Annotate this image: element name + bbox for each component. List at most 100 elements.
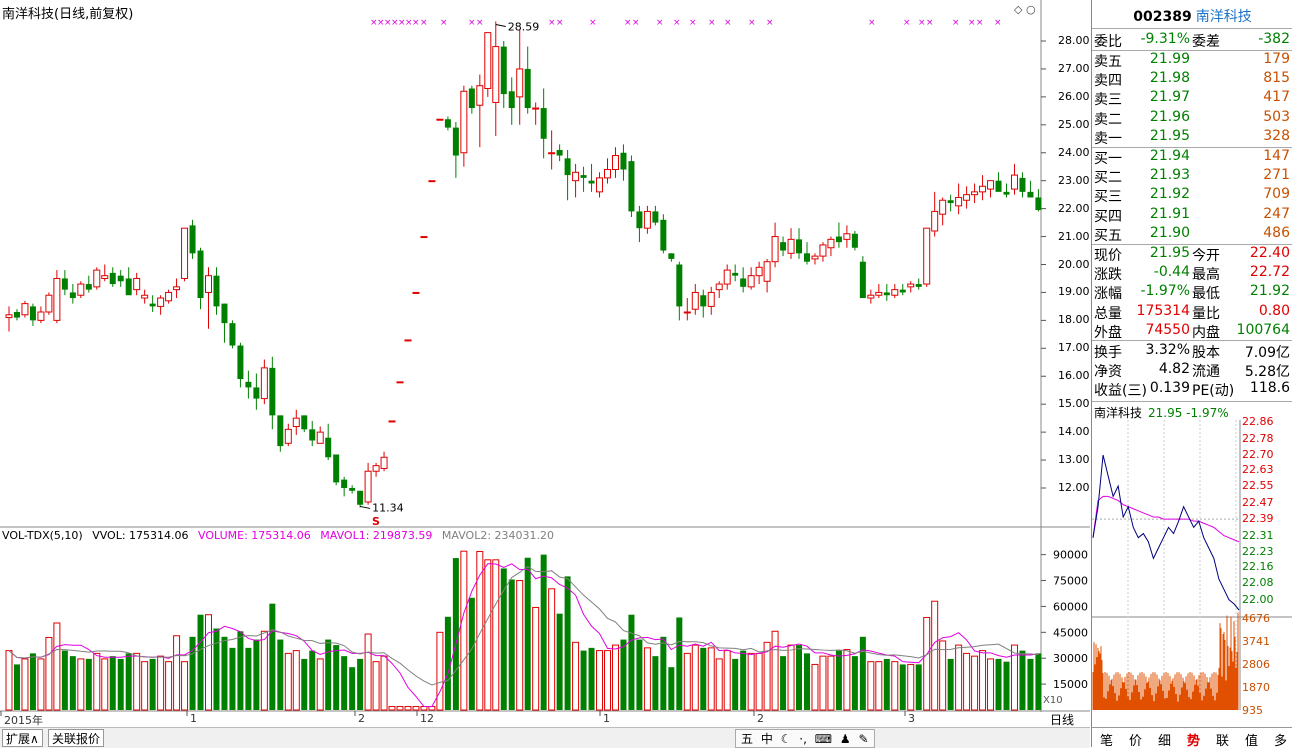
intraday-price-label: 22.47: [1242, 495, 1274, 509]
candlestick-chart[interactable]: × × × × × × × × × × × × × × × × × × × × × × × × × × × × × × ×28.5911.3…: [0, 0, 1090, 727]
volume-bar: [45, 636, 53, 711]
volume-bar: [668, 667, 675, 710]
keyboard-icon[interactable]: ⌨: [815, 732, 832, 746]
right-tab-5[interactable]: 联: [1216, 730, 1229, 749]
related-quotes-tab[interactable]: 关联报价: [48, 729, 105, 747]
time-axis-label: 2015年: [4, 714, 43, 727]
volume-bar: [404, 706, 412, 711]
candle: [53, 270, 61, 324]
wubi-icon[interactable]: 五: [741, 732, 753, 746]
chart-tool-icons[interactable]: ◇ ○: [1014, 3, 1036, 16]
candle: [588, 163, 595, 192]
signal-marker: ×: [708, 18, 716, 28]
intraday-price-label: 22.39: [1242, 512, 1274, 526]
volume-axis-label: 15000: [1053, 678, 1088, 691]
signal-marker: ×: [994, 18, 1002, 28]
candle: [109, 267, 116, 287]
candle: [213, 267, 220, 315]
row-value-2: 503: [1263, 108, 1290, 125]
candle: [460, 85, 468, 167]
right-tab-2[interactable]: 价: [1129, 730, 1142, 749]
price-axis-label: 23.00: [1058, 173, 1090, 187]
volume-bar: [181, 661, 189, 711]
volume-bar: [804, 653, 810, 710]
right-tab-7[interactable]: 多: [1274, 730, 1287, 749]
low-marker: 11.34: [372, 501, 404, 514]
volume-bar: [460, 550, 468, 711]
volume-bar: [819, 655, 827, 711]
candle: [189, 219, 196, 259]
pen-icon[interactable]: ✎: [859, 732, 869, 746]
candle: [564, 149, 571, 201]
candle: [668, 253, 675, 262]
stock-header: 002389 南洋科技: [1092, 6, 1292, 26]
signal-marker: ×: [673, 18, 681, 28]
volume-bar: [69, 656, 76, 710]
candle: [500, 41, 507, 109]
row-label: 买四: [1094, 208, 1122, 225]
candle: [301, 415, 308, 433]
s-marker: S: [372, 515, 380, 528]
candle: [5, 306, 13, 332]
volume-bar: [260, 630, 268, 711]
volume-bar: [357, 658, 364, 710]
volume-bar: [364, 633, 372, 711]
candle: [516, 29, 524, 125]
row-label: 卖五: [1094, 54, 1122, 70]
volume-bar: [444, 616, 451, 710]
row-value-2: 328: [1263, 127, 1290, 144]
candle: [125, 267, 132, 296]
row-label: 总量: [1094, 305, 1122, 322]
candle: [931, 191, 939, 237]
row-value: 74550: [1145, 321, 1190, 338]
signal-marker: ×: [656, 18, 664, 28]
input-tray[interactable]: 五 中 ☾ ·, ⌨ ♟ ✎: [735, 729, 875, 748]
quote-row: 卖四 21.98 815: [1092, 70, 1292, 89]
candle: [341, 476, 348, 497]
candle: [907, 281, 915, 293]
order-ratio-row: 委比 -9.31% 委差 -382: [1092, 31, 1292, 50]
candle: [596, 172, 604, 198]
right-tab-1[interactable]: 笔: [1100, 730, 1113, 749]
stock-name: 南洋科技: [1195, 9, 1252, 25]
row-value-2: 22.72: [1249, 264, 1290, 281]
intraday-volume-label: 3741: [1242, 635, 1270, 648]
price-axis: 28.00 27.00 26.00 25.00 24.00 23.00 22.00 21.00…: [1042, 18, 1090, 528]
row-value-2: 118.6: [1249, 380, 1290, 397]
vol-indicator-name[interactable]: VOL-TDX(5,10): [2, 529, 83, 542]
mavol1-value: MAVOL1: 219873.59: [320, 529, 433, 542]
volume-bar: [915, 664, 922, 710]
intraday-volume-label: 4676: [1242, 612, 1270, 625]
candle: [69, 284, 76, 304]
quote-row: 外盘 74550 内盘 100764: [1092, 322, 1292, 341]
price-axis-label: 21.00: [1058, 229, 1090, 243]
moon-icon[interactable]: ☾: [781, 732, 792, 746]
row-value-2: 0.80: [1258, 302, 1290, 319]
right-tab-4[interactable]: 势: [1187, 730, 1200, 749]
right-tab-6[interactable]: 值: [1245, 730, 1258, 749]
volume-bar: [1003, 661, 1010, 710]
volume-bar: [468, 597, 475, 710]
candle: [628, 155, 635, 218]
row-label: 卖二: [1094, 111, 1122, 128]
volume-bar: [811, 663, 819, 711]
quote-row: 买一 21.94 147: [1092, 148, 1292, 167]
punctuation-icon[interactable]: ·,: [799, 732, 807, 746]
user-icon[interactable]: ♟: [840, 732, 851, 746]
volume-axis-label: 90000: [1053, 549, 1088, 562]
candle: [157, 295, 165, 315]
chinese-mode-icon[interactable]: 中: [761, 732, 773, 746]
candle: [237, 342, 244, 388]
row-label: 现价: [1094, 248, 1122, 264]
period-label[interactable]: 日线: [1050, 711, 1074, 728]
expand-tab[interactable]: 扩展∧: [2, 729, 43, 747]
candle: [221, 303, 228, 343]
volume-bar: [691, 644, 699, 711]
volume-bar: [229, 647, 236, 710]
volume-bar: [213, 628, 220, 710]
volume-bar: [341, 656, 348, 710]
candle: [524, 46, 531, 114]
candle: [181, 227, 189, 282]
candle: [133, 272, 141, 296]
right-tab-3[interactable]: 细: [1158, 730, 1171, 749]
